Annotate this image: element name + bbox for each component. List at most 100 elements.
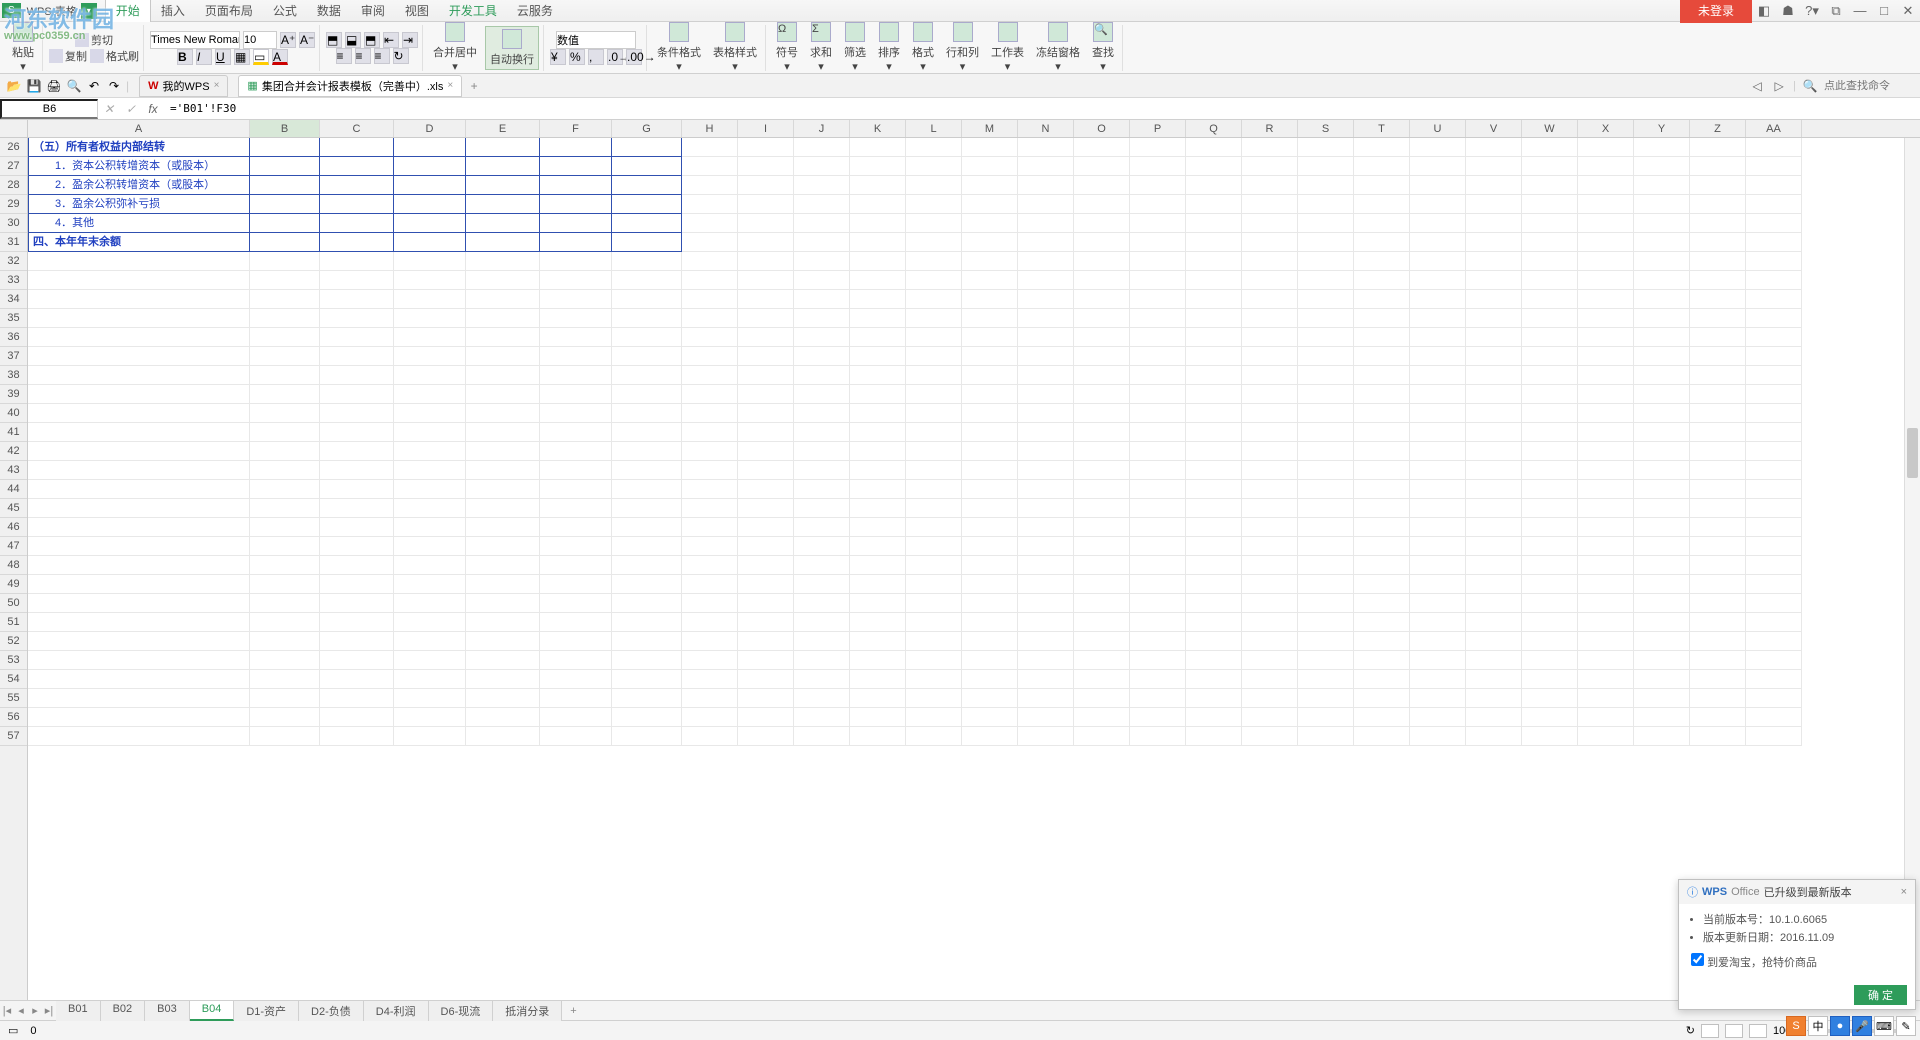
close-icon[interactable]: ✕ (1896, 3, 1920, 19)
notify-ok-button[interactable]: 确 定 (1854, 985, 1907, 1005)
cell-A46[interactable] (28, 518, 250, 537)
align-left-icon[interactable]: ≡ (336, 48, 352, 64)
cell-X27[interactable] (1578, 157, 1634, 176)
cell-M42[interactable] (962, 442, 1018, 461)
cell-B47[interactable] (250, 537, 320, 556)
cell-N33[interactable] (1018, 271, 1074, 290)
cell-Z41[interactable] (1690, 423, 1746, 442)
ime-keyboard-icon[interactable]: ⌨ (1874, 1016, 1894, 1036)
cell-U50[interactable] (1410, 594, 1466, 613)
cell-L50[interactable] (906, 594, 962, 613)
cell-V35[interactable] (1466, 309, 1522, 328)
cell-Q52[interactable] (1186, 632, 1242, 651)
cell-T42[interactable] (1354, 442, 1410, 461)
new-tab-icon[interactable]: + (466, 78, 482, 94)
cell-M53[interactable] (962, 651, 1018, 670)
cell-V40[interactable] (1466, 404, 1522, 423)
cell-I49[interactable] (738, 575, 794, 594)
cell-Z49[interactable] (1690, 575, 1746, 594)
cell-Q39[interactable] (1186, 385, 1242, 404)
cell-O37[interactable] (1074, 347, 1130, 366)
cell-D39[interactable] (394, 385, 466, 404)
cell-M44[interactable] (962, 480, 1018, 499)
sheet-tab-D6-现流[interactable]: D6-现流 (429, 1001, 494, 1021)
cell-J27[interactable] (794, 157, 850, 176)
cell-Q57[interactable] (1186, 727, 1242, 746)
cell-X41[interactable] (1578, 423, 1634, 442)
cell-K55[interactable] (850, 689, 906, 708)
cell-G37[interactable] (612, 347, 682, 366)
cell-M52[interactable] (962, 632, 1018, 651)
col-header-S[interactable]: S (1298, 120, 1354, 137)
cell-AA54[interactable] (1746, 670, 1802, 689)
cell-B26[interactable] (250, 138, 320, 157)
cell-L26[interactable] (906, 138, 962, 157)
cell-G47[interactable] (612, 537, 682, 556)
cell-K51[interactable] (850, 613, 906, 632)
cell-K48[interactable] (850, 556, 906, 575)
ribbon-tab-0[interactable]: 开始 (105, 0, 151, 22)
cell-A30[interactable]: 4．其他 (28, 214, 250, 233)
cell-D36[interactable] (394, 328, 466, 347)
cell-X35[interactable] (1578, 309, 1634, 328)
row-header-39[interactable]: 39 (0, 385, 27, 404)
cell-G48[interactable] (612, 556, 682, 575)
cell-M43[interactable] (962, 461, 1018, 480)
cell-M46[interactable] (962, 518, 1018, 537)
dec-inc-icon[interactable]: .0→ (607, 49, 623, 65)
cell-G34[interactable] (612, 290, 682, 309)
cell-I28[interactable] (738, 176, 794, 195)
cell-V47[interactable] (1466, 537, 1522, 556)
cell-Q51[interactable] (1186, 613, 1242, 632)
cell-S31[interactable] (1298, 233, 1354, 252)
cell-U45[interactable] (1410, 499, 1466, 518)
row-header-35[interactable]: 35 (0, 309, 27, 328)
cell-A47[interactable] (28, 537, 250, 556)
cell-W52[interactable] (1522, 632, 1578, 651)
cell-B28[interactable] (250, 176, 320, 195)
cell-W49[interactable] (1522, 575, 1578, 594)
cell-E49[interactable] (466, 575, 540, 594)
cell-V42[interactable] (1466, 442, 1522, 461)
cell-Q38[interactable] (1186, 366, 1242, 385)
cell-O28[interactable] (1074, 176, 1130, 195)
cell-Z47[interactable] (1690, 537, 1746, 556)
cell-F45[interactable] (540, 499, 612, 518)
cell-Y34[interactable] (1634, 290, 1690, 309)
cell-N29[interactable] (1018, 195, 1074, 214)
cell-T33[interactable] (1354, 271, 1410, 290)
cell-X43[interactable] (1578, 461, 1634, 480)
cell-T56[interactable] (1354, 708, 1410, 727)
cell-Y55[interactable] (1634, 689, 1690, 708)
cell-U54[interactable] (1410, 670, 1466, 689)
cell-I41[interactable] (738, 423, 794, 442)
cell-C48[interactable] (320, 556, 394, 575)
doc-tab-mywps[interactable]: W我的WPS× (139, 75, 228, 97)
cell-Z36[interactable] (1690, 328, 1746, 347)
cell-Z39[interactable] (1690, 385, 1746, 404)
cell-F39[interactable] (540, 385, 612, 404)
cell-B36[interactable] (250, 328, 320, 347)
cell-L42[interactable] (906, 442, 962, 461)
add-sheet-button[interactable]: + (562, 1005, 584, 1017)
cell-R39[interactable] (1242, 385, 1298, 404)
cell-J37[interactable] (794, 347, 850, 366)
scrollbar-thumb[interactable] (1907, 428, 1918, 478)
cell-U33[interactable] (1410, 271, 1466, 290)
cell-Y52[interactable] (1634, 632, 1690, 651)
cell-C49[interactable] (320, 575, 394, 594)
cell-L30[interactable] (906, 214, 962, 233)
cell-W29[interactable] (1522, 195, 1578, 214)
cell-J38[interactable] (794, 366, 850, 385)
underline-button[interactable]: U (215, 49, 231, 65)
cell-F53[interactable] (540, 651, 612, 670)
app-menu-dropdown[interactable]: ▾ (81, 3, 97, 19)
cell-D51[interactable] (394, 613, 466, 632)
cell-H31[interactable] (682, 233, 738, 252)
cell-K33[interactable] (850, 271, 906, 290)
cell-B46[interactable] (250, 518, 320, 537)
cond-format-button[interactable]: 条件格式▾ (653, 20, 705, 75)
cell-Y56[interactable] (1634, 708, 1690, 727)
cell-G43[interactable] (612, 461, 682, 480)
col-header-C[interactable]: C (320, 120, 394, 137)
